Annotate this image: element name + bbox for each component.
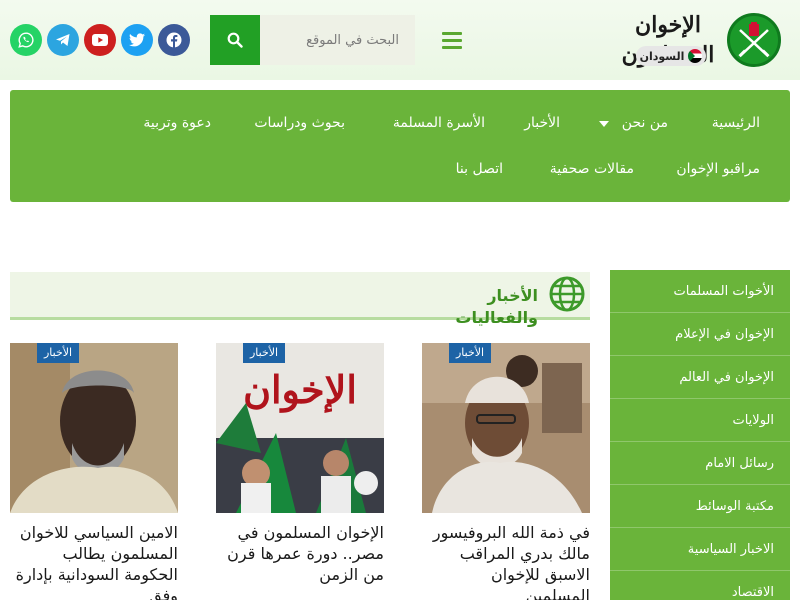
sidebar-item-economy[interactable]: الاقتصاد (610, 571, 790, 600)
search-button[interactable] (210, 15, 260, 65)
search-input[interactable] (260, 15, 415, 65)
sidebar-item-brotherhood-in-world[interactable]: الإخوان في العالم (610, 356, 790, 399)
sidebar-item-media-library[interactable]: مكتبة الوسائط (610, 485, 790, 528)
news-card-title[interactable]: في ذمة الله البروفيسور مالك بدري المراقب… (422, 522, 590, 600)
nav-item-press-articles[interactable]: مقالات صحفية (550, 159, 634, 179)
sidebar-item-states[interactable]: الولايات (610, 399, 790, 442)
news-card-image[interactable] (422, 343, 590, 513)
site-logo-country: السودان (636, 46, 706, 66)
hamburger-menu-button[interactable] (438, 26, 466, 54)
nav-item-contact[interactable]: اتصل بنا (456, 159, 503, 179)
menu-bar-icon (442, 31, 462, 35)
news-card-badge[interactable]: الأخبار (37, 343, 80, 363)
sidebar-item-imam-letters[interactable]: رسائل الامام (610, 442, 790, 485)
chevron-down-icon[interactable] (599, 121, 609, 127)
sidebar-item-political-news[interactable]: الاخبار السياسية (610, 528, 790, 571)
search-icon (227, 32, 243, 48)
svg-text:الإخوان: الإخوان (243, 367, 357, 414)
news-card-image[interactable] (10, 343, 178, 513)
news-section-title[interactable]: الأخبار والفعاليات (400, 285, 538, 329)
news-card-title[interactable]: الإخوان المسلمون في مصر.. دورة عمرها قرن… (216, 522, 384, 585)
nav-item-supervisors[interactable]: مراقبو الإخوان (676, 159, 760, 179)
whatsapp-icon (18, 32, 34, 48)
facebook-button[interactable] (158, 24, 190, 56)
news-card-badge[interactable]: الأخبار (449, 343, 492, 363)
protest-photo: الإخوان (216, 343, 384, 513)
nav-item-research[interactable]: بحوث ودراسات (254, 113, 345, 133)
news-card-title[interactable]: الامين السياسي للاخوان المسلمون يطالب ال… (10, 522, 178, 600)
globe-icon (549, 276, 585, 312)
news-card-badge[interactable]: الأخبار (243, 343, 286, 363)
news-card-image[interactable]: الإخوان (216, 343, 384, 513)
sidebar-item-muslim-sisters[interactable]: الأخوات المسلمات (610, 270, 790, 313)
crossed-swords-icon (738, 22, 770, 58)
nav-item-dawah[interactable]: دعوة وتربية (143, 113, 211, 133)
main-navigation (10, 90, 790, 202)
twitter-icon (129, 33, 145, 47)
menu-bar-icon (442, 45, 462, 49)
telegram-icon (56, 34, 70, 46)
brotherhood-emblem-logo[interactable] (727, 13, 781, 67)
whatsapp-button[interactable] (10, 24, 42, 56)
nav-item-muslim-family[interactable]: الأسرة المسلمة (393, 113, 485, 133)
telegram-button[interactable] (47, 24, 79, 56)
nav-item-news[interactable]: الأخبار (524, 113, 560, 133)
portrait-photo (10, 343, 178, 513)
nav-item-about[interactable]: من نحن (622, 113, 668, 133)
facebook-icon (166, 32, 182, 48)
twitter-button[interactable] (121, 24, 153, 56)
portrait-photo (422, 343, 590, 513)
youtube-button[interactable] (84, 24, 116, 56)
site-logo-title[interactable]: الإخوان المسلمون (614, 10, 722, 68)
sidebar-item-brotherhood-in-media[interactable]: الإخوان في الإعلام (610, 313, 790, 356)
youtube-icon (92, 34, 108, 46)
site-logo-subtitle: السودان (639, 49, 685, 63)
menu-bar-icon (442, 38, 462, 42)
sudan-flag-icon (688, 49, 703, 63)
nav-item-home[interactable]: الرئيسية (712, 113, 760, 133)
